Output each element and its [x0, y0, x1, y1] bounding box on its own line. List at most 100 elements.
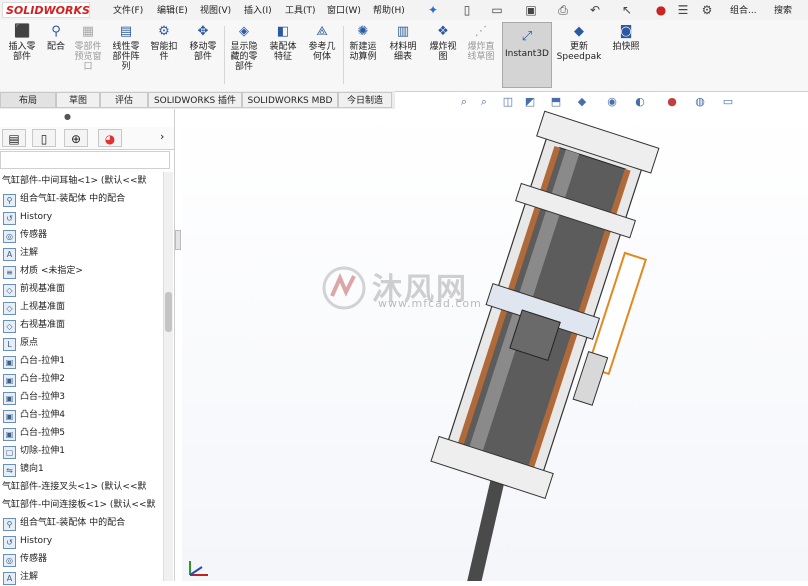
- open-icon[interactable]: ▭: [490, 3, 504, 17]
- select-icon[interactable]: ↖: [620, 3, 634, 17]
- tree-item-label: 镜向1: [20, 464, 44, 474]
- menu-file[interactable]: 文件(F): [113, 3, 143, 16]
- section-view-icon[interactable]: ◩: [522, 94, 538, 110]
- menu-view[interactable]: 视图(V): [200, 3, 231, 16]
- move-component-button[interactable]: ✥ 移动零 部件: [185, 24, 221, 62]
- smart-fastener-label: 智能扣 件: [150, 42, 178, 62]
- undo-icon[interactable]: ↶: [588, 3, 602, 17]
- hide-show-items-icon[interactable]: ◐: [632, 94, 648, 110]
- tree-item[interactable]: ▣ 凸台-拉伸3: [3, 388, 65, 406]
- zoom-to-fit-icon[interactable]: ⌕: [456, 94, 472, 110]
- tree-item[interactable]: ⇋ 镜向1: [3, 460, 44, 478]
- snapshot-button[interactable]: ◙ 拍快照: [606, 24, 646, 52]
- tree-item[interactable]: ⚲ 组合气缸-装配体 中的配合: [3, 514, 125, 532]
- pin-icon[interactable]: ✦: [426, 3, 440, 17]
- mate-button[interactable]: ⚲ 配合: [42, 24, 70, 52]
- bom-button[interactable]: ▥ 材料明 细表: [385, 24, 421, 62]
- tree-item[interactable]: 气缸部件-中间耳轴<1> (默认<<默: [2, 172, 147, 190]
- tab-today-manufacturing[interactable]: 今日制造: [338, 92, 392, 108]
- menu-tools[interactable]: 工具(T): [285, 3, 316, 16]
- tree-item-label: History: [20, 212, 53, 222]
- tree-item[interactable]: ▢ 切除-拉伸1: [3, 442, 65, 460]
- tree-item-label: 传感器: [20, 554, 48, 564]
- tree-item[interactable]: ◇ 右视基准面: [3, 316, 65, 334]
- menu-edit[interactable]: 编辑(E): [157, 3, 188, 16]
- separator: [224, 26, 225, 84]
- tree-item[interactable]: ◎ 传感器: [3, 550, 47, 568]
- instant3d-button[interactable]: ⤢ Instant3D: [502, 22, 552, 88]
- exploded-view-button[interactable]: ❖ 爆炸视 图: [425, 24, 461, 62]
- display-manager-tab[interactable]: ◕: [98, 129, 122, 147]
- show-hidden-button[interactable]: ◈ 显示隐 藏的零 部件: [226, 24, 262, 72]
- display-style-icon[interactable]: ◉: [604, 94, 620, 110]
- new-motion-study-button[interactable]: ✺ 新建运 动算例: [345, 24, 381, 62]
- menu-insert[interactable]: 插入(I): [244, 3, 272, 16]
- view-settings-icon[interactable]: ▭: [720, 94, 736, 110]
- history-icon: ↺: [3, 536, 16, 549]
- tree-item[interactable]: ↺ History: [3, 532, 52, 550]
- tree-item[interactable]: 气缸部件-连接叉头<1> (默认<<默: [2, 478, 147, 496]
- tree-item[interactable]: ▣ 凸台-拉伸1: [3, 352, 65, 370]
- tree-item[interactable]: ◎ 传感器: [3, 226, 47, 244]
- tree-item[interactable]: ⚲ 组合气缸-装配体 中的配合: [3, 190, 125, 208]
- search-button[interactable]: 搜索: [774, 3, 792, 16]
- menu-window[interactable]: 窗口(W): [327, 3, 361, 16]
- tree-item[interactable]: 气缸部件-中间连接板<1> (默认<<默: [2, 496, 156, 514]
- configuration-manager-tab[interactable]: ⊕: [64, 129, 88, 147]
- tab-solidworks-addins[interactable]: SOLIDWORKS 插件: [148, 92, 242, 108]
- tree-item-label: 注解: [20, 248, 39, 258]
- reference-geometry-button[interactable]: ⟁ 参考几 何体: [304, 24, 340, 62]
- tab-solidworks-mbd[interactable]: SOLIDWORKS MBD: [242, 92, 338, 108]
- view-orientation-icon[interactable]: ◆: [574, 94, 590, 110]
- tab-sketch[interactable]: 草图: [56, 92, 100, 108]
- dynamic-annotation-icon[interactable]: ⬒: [548, 94, 564, 110]
- tree-item[interactable]: L 原点: [3, 334, 38, 352]
- tree-item-label: 凸台-拉伸4: [20, 410, 65, 420]
- show-hidden-icon: ◈: [239, 24, 249, 39]
- property-manager-tab[interactable]: ▯: [32, 129, 56, 147]
- menu-help[interactable]: 帮助(H): [373, 3, 405, 16]
- update-speedpak-button[interactable]: ◆ 更新 Speedpak: [556, 24, 602, 62]
- fastener-icon: ⚙: [158, 24, 170, 39]
- tree-scrollbar[interactable]: [163, 172, 173, 581]
- zoom-to-area-icon[interactable]: ⌕: [476, 94, 492, 110]
- tree-item[interactable]: ↺ History: [3, 208, 52, 226]
- panel-handle[interactable]: ●: [64, 112, 71, 121]
- tree-item[interactable]: A 注解: [3, 244, 38, 262]
- smart-fastener-button[interactable]: ⚙ 智能扣 件: [147, 24, 181, 62]
- previous-view-icon[interactable]: ◫: [500, 94, 516, 110]
- print-icon[interactable]: ⎙: [556, 3, 570, 17]
- tab-evaluate[interactable]: 评估: [100, 92, 148, 108]
- apply-scene-icon[interactable]: ◍: [692, 94, 708, 110]
- watermark-url: www.mfcad.com: [378, 297, 482, 310]
- save-icon[interactable]: ▣: [524, 3, 538, 17]
- new-document-icon[interactable]: ▯: [460, 3, 474, 17]
- edit-appearance-icon[interactable]: ●: [664, 94, 680, 110]
- feature-tree-tab[interactable]: ▤: [2, 129, 26, 147]
- assembly-feature-button[interactable]: ◧ 装配体 特征: [265, 24, 301, 62]
- tree-item[interactable]: A 注解: [3, 568, 38, 586]
- tree-item[interactable]: ▣ 凸台-拉伸2: [3, 370, 65, 388]
- panel-collapse-handle[interactable]: [175, 230, 181, 250]
- chevron-right-icon[interactable]: ›: [160, 130, 164, 143]
- component-preview-button[interactable]: ▦ 零部件 预览窗 口: [71, 24, 105, 72]
- options-gear-icon[interactable]: ⚙: [700, 3, 714, 17]
- rebuild-icon[interactable]: ●: [654, 3, 668, 17]
- plane-icon: ◇: [3, 302, 16, 315]
- tree-item[interactable]: ◇ 前视基准面: [3, 280, 65, 298]
- graphics-area[interactable]: 沐风网 www.mfcad.com Y: [182, 109, 808, 581]
- explode-icon: ❖: [437, 24, 449, 39]
- tree-item[interactable]: ▣ 凸台-拉伸4: [3, 406, 65, 424]
- file-properties-icon[interactable]: ☰: [676, 3, 690, 17]
- tree-filter-input[interactable]: [0, 151, 170, 169]
- cylinder-model[interactable]: [182, 109, 808, 581]
- tree-item[interactable]: ◇ 上视基准面: [3, 298, 65, 316]
- tree-item[interactable]: ≡ 材质 <未指定>: [3, 262, 83, 280]
- scrollbar-thumb[interactable]: [165, 292, 172, 332]
- linear-pattern-button[interactable]: ▤ 线性零 部件阵 列: [108, 24, 144, 72]
- tree-item-label: 凸台-拉伸2: [20, 374, 65, 384]
- tree-item[interactable]: ▣ 凸台-拉伸5: [3, 424, 65, 442]
- explode-line-sketch-button[interactable]: ⋰ 爆炸直 线草图: [463, 24, 499, 62]
- insert-component-button[interactable]: ⬛ 插入零 部件: [4, 24, 40, 62]
- tab-layout[interactable]: 布局: [0, 92, 56, 108]
